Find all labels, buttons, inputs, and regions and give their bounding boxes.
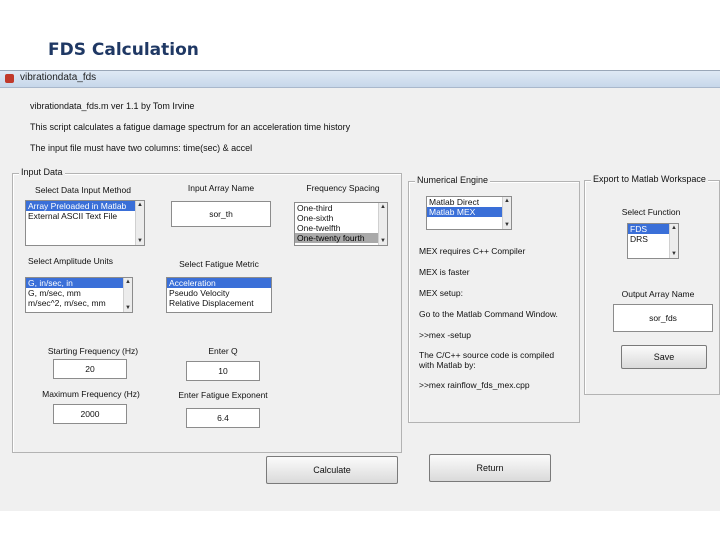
q-label: Enter Q <box>208 346 238 356</box>
matlab-app-icon <box>5 74 14 83</box>
freq-spacing-label: Frequency Spacing <box>306 183 380 193</box>
start-freq-label: Starting Frequency (Hz) <box>47 346 139 356</box>
header-line-3: The input file must have two columns: ti… <box>30 143 253 153</box>
engine-list[interactable]: Matlab Direct Matlab MEX ▲ ▼ <box>426 196 512 230</box>
select-function-label: Select Function <box>621 207 681 217</box>
max-freq-input[interactable]: 2000 <box>53 404 127 424</box>
engine-note: MEX requires C++ Compiler <box>419 246 526 256</box>
list-item[interactable]: G, in/sec, in <box>26 278 132 288</box>
amplitude-units-list[interactable]: G, in/sec, in G, m/sec, mm m/sec^2, m/se… <box>25 277 133 313</box>
amplitude-units-label: Select Amplitude Units <box>27 256 114 266</box>
list-item[interactable]: External ASCII Text File <box>26 211 144 221</box>
list-item[interactable]: Array Preloaded in Matlab <box>26 201 144 211</box>
max-freq-label: Maximum Frequency (Hz) <box>42 389 140 399</box>
scroll-up-icon[interactable]: ▲ <box>504 198 510 204</box>
input-method-list[interactable]: Array Preloaded in Matlab External ASCII… <box>25 200 145 246</box>
scroll-down-icon[interactable]: ▼ <box>671 251 677 257</box>
window-titlebar: vibrationdata_fds <box>0 71 720 88</box>
input-data-panel: Input Data Select Data Input Method Arra… <box>12 167 402 453</box>
return-button[interactable]: Return <box>429 454 551 482</box>
array-name-input[interactable]: sor_th <box>171 201 271 227</box>
numerical-engine-panel: Numerical Engine Matlab Direct Matlab ME… <box>408 175 580 423</box>
engine-note: >>mex rainflow_fds_mex.cpp <box>419 380 530 390</box>
list-item[interactable]: Pseudo Velocity <box>167 288 271 298</box>
q-input[interactable]: 10 <box>186 361 260 381</box>
engine-note: MEX setup: <box>419 288 463 298</box>
input-data-title: Input Data <box>19 167 65 177</box>
list-item[interactable]: Matlab Direct <box>427 197 511 207</box>
header-line-2: This script calculates a fatigue damage … <box>30 122 351 132</box>
engine-note: with Matlab by: <box>419 360 476 370</box>
app-window: vibrationdata_fds vibrationdata_fds.m ve… <box>0 70 720 511</box>
calculate-button[interactable]: Calculate <box>266 456 398 484</box>
header-line-1: vibrationdata_fds.m ver 1.1 by Tom Irvin… <box>30 101 195 111</box>
scroll-down-icon[interactable]: ▼ <box>137 238 143 244</box>
list-item[interactable]: One-twelfth <box>295 223 387 233</box>
scroll-up-icon[interactable]: ▲ <box>671 225 677 231</box>
freq-spacing-list[interactable]: One-third One-sixth One-twelfth One-twen… <box>294 202 388 246</box>
export-title: Export to Matlab Workspace <box>591 174 708 184</box>
fatigue-metric-label: Select Fatigue Metric <box>179 259 259 269</box>
array-name-label: Input Array Name <box>187 183 255 193</box>
list-item[interactable]: Acceleration <box>167 278 271 288</box>
export-panel: Export to Matlab Workspace Select Functi… <box>584 174 720 395</box>
scroll-down-icon[interactable]: ▼ <box>125 305 131 311</box>
list-item[interactable]: One-twenty fourth <box>295 233 387 243</box>
scroll-up-icon[interactable]: ▲ <box>380 204 386 210</box>
scroll-up-icon[interactable]: ▲ <box>137 202 143 208</box>
list-item[interactable]: Matlab MEX <box>427 207 511 217</box>
scroll-down-icon[interactable]: ▼ <box>504 222 510 228</box>
window-title: vibrationdata_fds <box>20 72 97 83</box>
list-item[interactable]: One-third <box>295 203 387 213</box>
fatigue-exponent-label: Enter Fatigue Exponent <box>178 390 268 400</box>
scrollbar[interactable]: ▲ ▼ <box>669 224 678 258</box>
output-array-label: Output Array Name <box>621 289 695 299</box>
input-method-label: Select Data Input Method <box>35 185 131 195</box>
fatigue-metric-list[interactable]: Acceleration Pseudo Velocity Relative Di… <box>166 277 272 313</box>
scroll-up-icon[interactable]: ▲ <box>125 279 131 285</box>
engine-note: The C/C++ source code is compiled <box>419 350 555 360</box>
list-item[interactable]: m/sec^2, m/sec, mm <box>26 298 132 308</box>
function-list[interactable]: FDS DRS ▲ ▼ <box>627 223 679 259</box>
list-item[interactable]: G, m/sec, mm <box>26 288 132 298</box>
scroll-down-icon[interactable]: ▼ <box>380 238 386 244</box>
engine-note: MEX is faster <box>419 267 470 277</box>
slide-title: FDS Calculation <box>48 40 199 60</box>
scrollbar[interactable]: ▲ ▼ <box>123 278 132 312</box>
list-item[interactable]: Relative Displacement <box>167 298 271 308</box>
engine-note: Go to the Matlab Command Window. <box>419 309 558 319</box>
scrollbar[interactable]: ▲ ▼ <box>378 203 387 245</box>
output-array-input[interactable]: sor_fds <box>613 304 713 332</box>
list-item[interactable]: One-sixth <box>295 213 387 223</box>
scrollbar[interactable]: ▲ ▼ <box>135 201 144 245</box>
window-body: vibrationdata_fds.m ver 1.1 by Tom Irvin… <box>0 87 720 511</box>
scrollbar[interactable]: ▲ ▼ <box>502 197 511 229</box>
save-button[interactable]: Save <box>621 345 707 369</box>
start-freq-input[interactable]: 20 <box>53 359 127 379</box>
numerical-engine-title: Numerical Engine <box>415 175 491 185</box>
fatigue-exponent-input[interactable]: 6.4 <box>186 408 260 428</box>
engine-note: >>mex -setup <box>419 330 471 340</box>
